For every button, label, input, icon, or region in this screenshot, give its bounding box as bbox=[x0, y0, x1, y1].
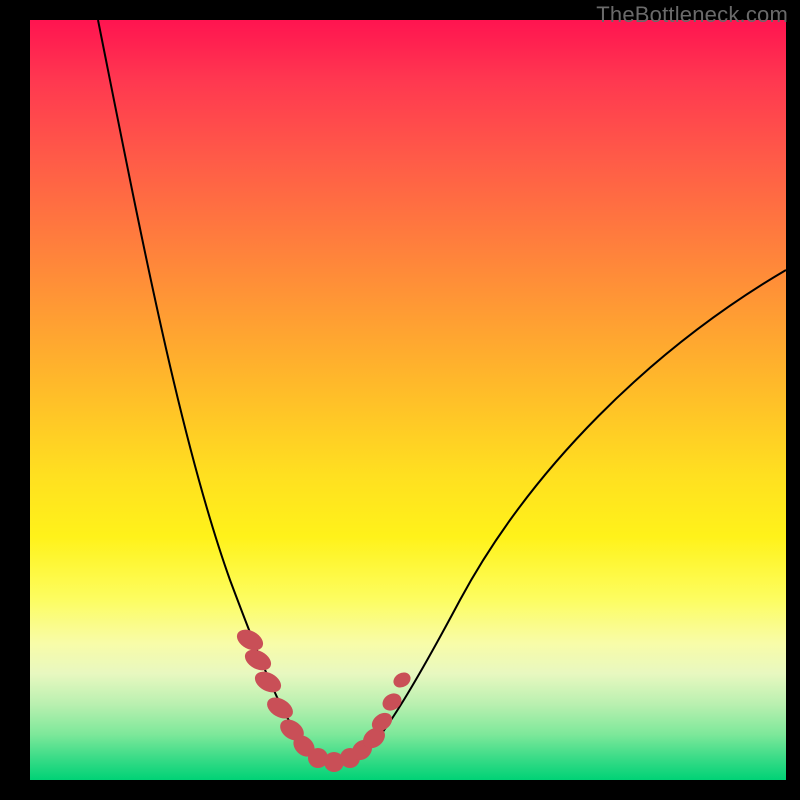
valley-marker-group bbox=[233, 625, 413, 772]
plot-area bbox=[30, 20, 786, 780]
curve-svg bbox=[30, 20, 786, 780]
chart-frame: TheBottleneck.com bbox=[0, 0, 800, 800]
valley-marker bbox=[391, 669, 414, 690]
watermark-text: TheBottleneck.com bbox=[596, 2, 788, 28]
valley-marker bbox=[251, 667, 284, 696]
bottleneck-curve bbox=[98, 20, 786, 763]
valley-marker bbox=[379, 690, 404, 714]
valley-marker bbox=[263, 693, 296, 723]
